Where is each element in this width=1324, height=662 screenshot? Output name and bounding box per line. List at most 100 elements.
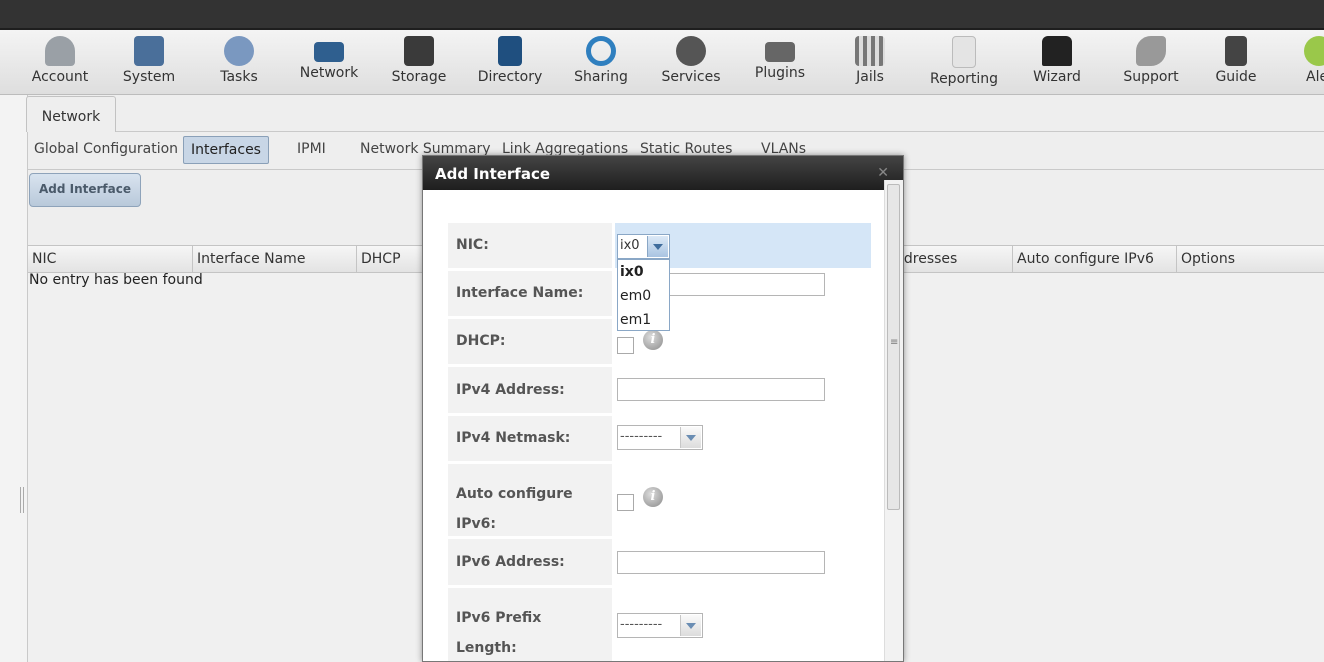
network-icon	[314, 42, 344, 62]
ipv6-prefix-label-line1: IPv6 Prefix	[456, 610, 542, 626]
toolbar-account[interactable]: Account	[15, 30, 105, 94]
tab-label: Network	[41, 109, 101, 125]
services-icon	[676, 36, 706, 66]
empty-message: No entry has been found	[29, 272, 203, 288]
column-auto-configure-ipv6[interactable]: Auto configure IPv6	[1012, 246, 1176, 272]
info-icon[interactable]: i	[643, 487, 663, 507]
toolbar-reporting[interactable]: Reporting	[919, 30, 1009, 94]
system-icon	[134, 36, 164, 66]
toolbar-label: Reporting	[929, 71, 999, 87]
dialog-titlebar: Add Interface ✕	[423, 156, 903, 190]
select-value: ix0	[620, 238, 640, 253]
info-icon[interactable]: i	[643, 330, 663, 350]
tasks-icon	[224, 36, 254, 66]
toolbar-label: Ale	[1306, 69, 1324, 85]
subtab-interfaces[interactable]: Interfaces	[183, 136, 269, 164]
alert-icon	[1304, 36, 1324, 66]
toolbar-label: Account	[31, 69, 89, 85]
auto-ipv6-label-line1: Auto configure	[456, 486, 573, 502]
toolbar-label: Plugins	[754, 65, 806, 81]
support-icon	[1136, 36, 1166, 66]
resize-grip[interactable]	[20, 487, 24, 513]
ipv4-address-label-cell: IPv4 Address:	[448, 367, 612, 413]
dialog-scrollbar[interactable]: ≡	[884, 180, 903, 661]
guide-icon	[1225, 36, 1247, 66]
main-toolbar: Account System Tasks Network Storage Dir…	[0, 30, 1324, 95]
scroll-grip-icon: ≡	[890, 337, 899, 348]
nic-option-em1[interactable]: em1	[618, 308, 669, 332]
nic-option-em0[interactable]: em0	[618, 284, 669, 308]
subtab-global-configuration[interactable]: Global Configuration	[34, 136, 178, 162]
column-options[interactable]: Options	[1176, 246, 1324, 272]
wizard-icon	[1042, 36, 1072, 66]
ipv4-netmask-select[interactable]: ---------	[617, 425, 703, 450]
reporting-icon	[952, 36, 976, 68]
left-rail	[0, 95, 28, 662]
chevron-down-icon	[680, 615, 701, 636]
scrollbar-thumb[interactable]: ≡	[887, 184, 900, 510]
ipv6-address-label: IPv6 Address:	[456, 554, 565, 570]
dhcp-label: DHCP:	[456, 333, 506, 349]
toolbar-tasks[interactable]: Tasks	[194, 30, 284, 94]
nic-option-ix0[interactable]: ix0	[618, 260, 669, 284]
ipv6-address-input[interactable]	[617, 551, 825, 574]
toolbar-label: Wizard	[1033, 69, 1081, 85]
toolbar-label: Storage	[391, 69, 447, 85]
toolbar-label: Network	[299, 65, 359, 81]
dhcp-label-cell: DHCP:	[448, 319, 612, 364]
ipv4-address-input[interactable]	[617, 378, 825, 401]
add-interface-button[interactable]: Add Interface	[29, 173, 141, 207]
toolbar-label: Directory	[477, 69, 543, 85]
ipv4-address-label: IPv4 Address:	[456, 382, 565, 398]
toolbar-label: Tasks	[220, 69, 258, 85]
ipv6-prefix-label-cell: IPv6 Prefix Length:	[448, 588, 612, 661]
nic-label-cell: NIC:	[448, 223, 612, 268]
sharing-icon	[586, 36, 616, 66]
toolbar-sharing[interactable]: Sharing	[556, 30, 646, 94]
dialog-title: Add Interface	[435, 165, 551, 183]
toolbar-services[interactable]: Services	[646, 30, 736, 94]
auto-ipv6-label-line2: IPv6:	[456, 516, 496, 532]
toolbar-storage[interactable]: Storage	[374, 30, 464, 94]
toolbar-label: Sharing	[574, 69, 628, 85]
nic-label: NIC:	[456, 237, 489, 253]
toolbar-directory[interactable]: Directory	[465, 30, 555, 94]
column-interface-name[interactable]: Interface Name	[192, 246, 356, 272]
toolbar-jails[interactable]: Jails	[825, 30, 915, 94]
storage-icon	[404, 36, 434, 66]
nic-select[interactable]: ix0	[617, 234, 670, 259]
toolbar-guide[interactable]: Guide	[1191, 30, 1281, 94]
toolbar-wizard[interactable]: Wizard	[1012, 30, 1102, 94]
toolbar-plugins[interactable]: Plugins	[735, 30, 825, 94]
dhcp-checkbox[interactable]	[617, 337, 634, 354]
toolbar-network[interactable]: Network	[284, 30, 374, 94]
toolbar-label: Support	[1123, 69, 1179, 85]
select-value: ---------	[620, 429, 663, 444]
add-interface-dialog: Add Interface ✕ ≡ NIC: Interface Name: D…	[422, 155, 904, 662]
directory-icon	[498, 36, 522, 66]
toolbar-alert[interactable]: Ale	[1290, 30, 1324, 94]
toolbar-support[interactable]: Support	[1106, 30, 1196, 94]
subtab-ipmi[interactable]: IPMI	[297, 136, 326, 162]
tab-network[interactable]: Network	[26, 96, 116, 132]
auto-ipv6-label-cell: Auto configure IPv6:	[448, 464, 612, 536]
jails-icon	[855, 36, 885, 66]
ipv6-address-label-cell: IPv6 Address:	[448, 539, 612, 585]
column-nic[interactable]: NIC	[28, 246, 192, 272]
interface-name-label: Interface Name:	[456, 285, 584, 301]
nic-dropdown-menu: ix0 em0 em1	[617, 259, 670, 331]
select-value: ---------	[620, 617, 663, 632]
auto-ipv6-checkbox[interactable]	[617, 494, 634, 511]
ipv4-netmask-label-cell: IPv4 Netmask:	[448, 416, 612, 461]
toolbar-label: Jails	[856, 69, 884, 85]
ipv6-prefix-label-line2: Length:	[456, 640, 517, 656]
tab-strip	[28, 95, 1324, 132]
top-bar	[0, 0, 1324, 30]
chevron-down-icon	[647, 236, 668, 257]
ipv6-prefix-select[interactable]: ---------	[617, 613, 703, 638]
toolbar-system[interactable]: System	[104, 30, 194, 94]
ipv4-netmask-label: IPv4 Netmask:	[456, 430, 571, 446]
interface-name-label-cell: Interface Name:	[448, 271, 612, 316]
toolbar-label: Services	[661, 69, 721, 85]
toolbar-label: Guide	[1215, 69, 1257, 85]
